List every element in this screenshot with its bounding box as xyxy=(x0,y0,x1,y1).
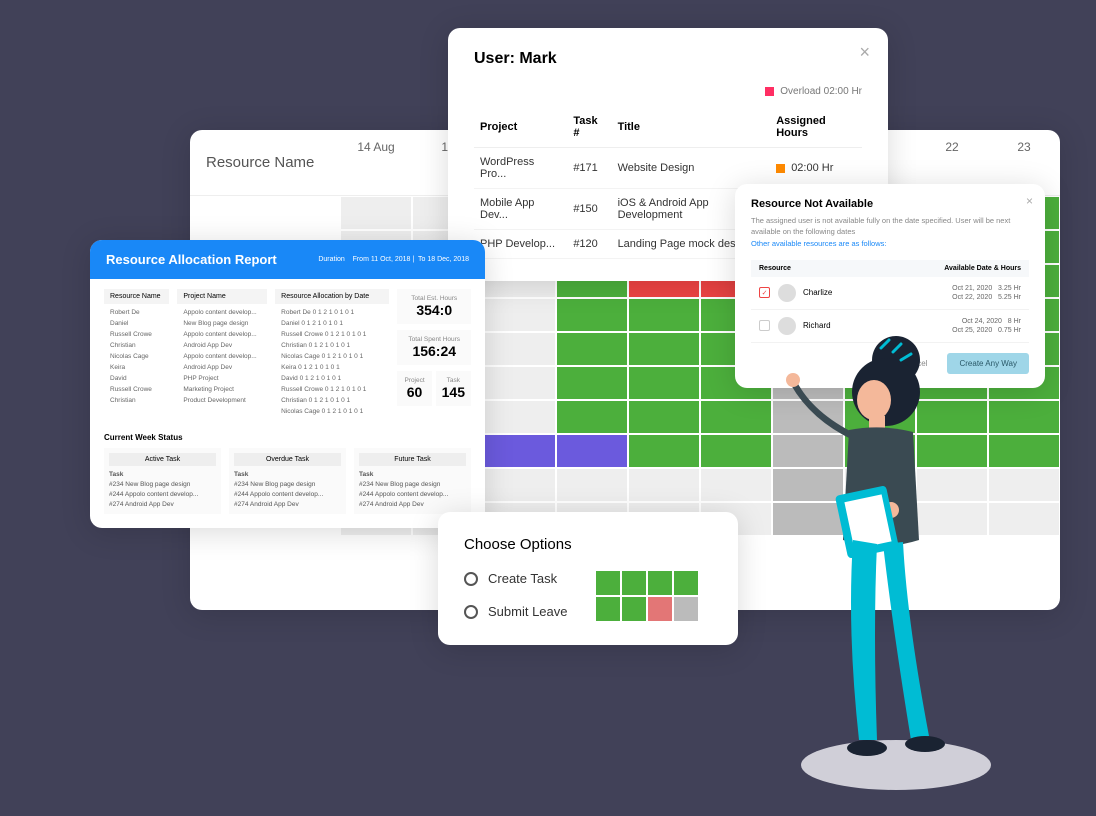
radio-icon xyxy=(464,572,478,586)
report-duration: Duration From 11 Oct, 2018 | To 18 Dec, … xyxy=(318,256,469,263)
allocation-report-panel: Resource Allocation Report Duration From… xyxy=(90,240,485,528)
other-resources-link[interactable]: Other available resources are as follows… xyxy=(751,239,1029,250)
report-header: Resource Allocation Report Duration From… xyxy=(90,240,485,279)
col-project: Project xyxy=(474,107,567,148)
radio-icon xyxy=(464,605,478,619)
dialog-desc: The assigned user is not available fully… xyxy=(751,216,1029,237)
active-task-col: Active Task Task #234 New Blog page desi… xyxy=(104,448,221,514)
checkbox-icon[interactable]: ✓ xyxy=(759,287,770,298)
future-task-col: Future Task Task #234 New Blog page desi… xyxy=(354,448,471,514)
dialog-title: Resource Not Available xyxy=(751,198,1029,210)
report-title: Resource Allocation Report xyxy=(106,252,277,267)
overdue-task-col: Overdue Task Task #234 New Blog page des… xyxy=(229,448,346,514)
resource-row[interactable]: ✓CharlizeOct 21, 2020 3.25 HrOct 22, 202… xyxy=(751,277,1029,310)
person-illustration xyxy=(781,330,991,790)
close-icon[interactable]: × xyxy=(859,42,870,63)
task-row[interactable]: WordPress Pro...#171Website Design02:00 … xyxy=(474,148,862,189)
availability-swatch xyxy=(596,571,698,621)
col-hours: Assigned Hours xyxy=(770,107,862,148)
overload-indicator: Overload 02:00 Hr xyxy=(765,86,862,97)
avatar xyxy=(778,284,796,302)
date-cell: 14 Aug xyxy=(340,130,412,195)
modal-title: User: Mark xyxy=(474,50,862,68)
checkbox-icon[interactable] xyxy=(759,320,770,331)
close-icon[interactable]: × xyxy=(1026,194,1033,208)
col-title: Title xyxy=(612,107,771,148)
resource-name-header: Resource Name xyxy=(190,130,340,195)
choose-options-panel: Choose Options Create Task Submit Leave xyxy=(438,512,738,645)
col-task: Task # xyxy=(567,107,611,148)
submit-leave-option[interactable]: Submit Leave xyxy=(464,604,568,619)
create-task-option[interactable]: Create Task xyxy=(464,571,568,586)
choose-title: Choose Options xyxy=(464,536,712,553)
